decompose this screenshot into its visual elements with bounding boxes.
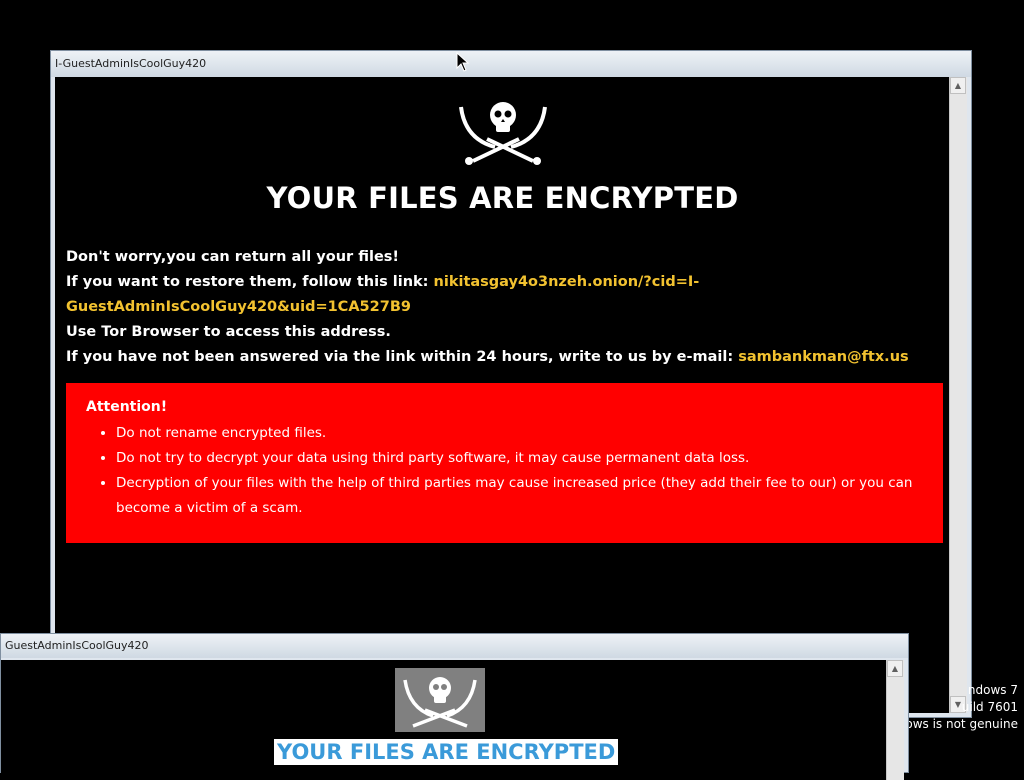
attention-title: Attention! (86, 399, 168, 415)
second-window-content: YOUR FILES ARE ENCRYPTED (1, 660, 887, 780)
second-ransom-window: GuestAdminIsCoolGuy420 YOUR FILES ARE EN… (0, 633, 909, 780)
email-text: If you have not been answered via the li… (66, 349, 739, 365)
second-window-title[interactable]: GuestAdminIsCoolGuy420 (1, 634, 908, 658)
watermark-line: uild 7601 (961, 700, 1018, 714)
scroll-up-icon[interactable]: ▲ (887, 660, 903, 677)
watermark-line: ndows 7 (967, 683, 1018, 697)
ransom-instructions: Don't worry,you can return all your file… (66, 245, 936, 370)
scroll-up-icon[interactable]: ▲ (950, 77, 966, 94)
attention-item: Do not rename encrypted files. (116, 421, 943, 446)
watermark-line: ndows is not genuine (890, 717, 1018, 731)
second-vertical-scrollbar[interactable]: ▲ (886, 660, 904, 780)
mouse-pointer-icon (456, 52, 470, 72)
attention-box: Attention! Do not rename encrypted files… (66, 383, 943, 543)
tor-browser-text: Use Tor Browser to access this address. (66, 324, 391, 340)
restore-text: If you want to restore them, follow this… (66, 274, 434, 290)
ransom-note-window: I-GuestAdminIsCoolGuy420 YOUR FILES ARE … (50, 50, 972, 718)
reassurance-text: Don't worry,you can return all your file… (66, 249, 400, 265)
email-instructions: If you have not been answered via the li… (66, 345, 936, 370)
windows-genuine-watermark: ndows 7 uild 7601 ndows is not genuine (890, 682, 1018, 733)
restore-instructions: If you want to restore them, follow this… (66, 270, 936, 295)
vertical-scrollbar[interactable]: ▲ ▼ (949, 77, 967, 713)
encrypted-headline: YOUR FILES ARE ENCRYPTED (266, 181, 739, 215)
attention-item: Decryption of your files with the help o… (116, 471, 943, 521)
attention-list: Do not rename encrypted files. Do not tr… (86, 421, 943, 521)
onion-link-part2[interactable]: GuestAdminIsCoolGuy420&uid=1CA527B9 (66, 299, 411, 315)
onion-link-continued: GuestAdminIsCoolGuy420&uid=1CA527B9 (66, 295, 936, 320)
onion-link[interactable]: nikitasgay4o3nzeh.onion/?cid=I- (434, 274, 700, 290)
window-title[interactable]: I-GuestAdminIsCoolGuy420 (51, 51, 971, 77)
attention-item: Do not try to decrypt your data using th… (116, 446, 943, 471)
pirate-skull-icon (459, 102, 547, 165)
pirate-skull-icon (395, 668, 485, 732)
contact-email-link[interactable]: sambankman@ftx.us (738, 349, 908, 365)
ransom-note-content: YOUR FILES ARE ENCRYPTED Don't worry,you… (55, 77, 950, 713)
second-encrypted-headline: YOUR FILES ARE ENCRYPTED (274, 739, 619, 765)
